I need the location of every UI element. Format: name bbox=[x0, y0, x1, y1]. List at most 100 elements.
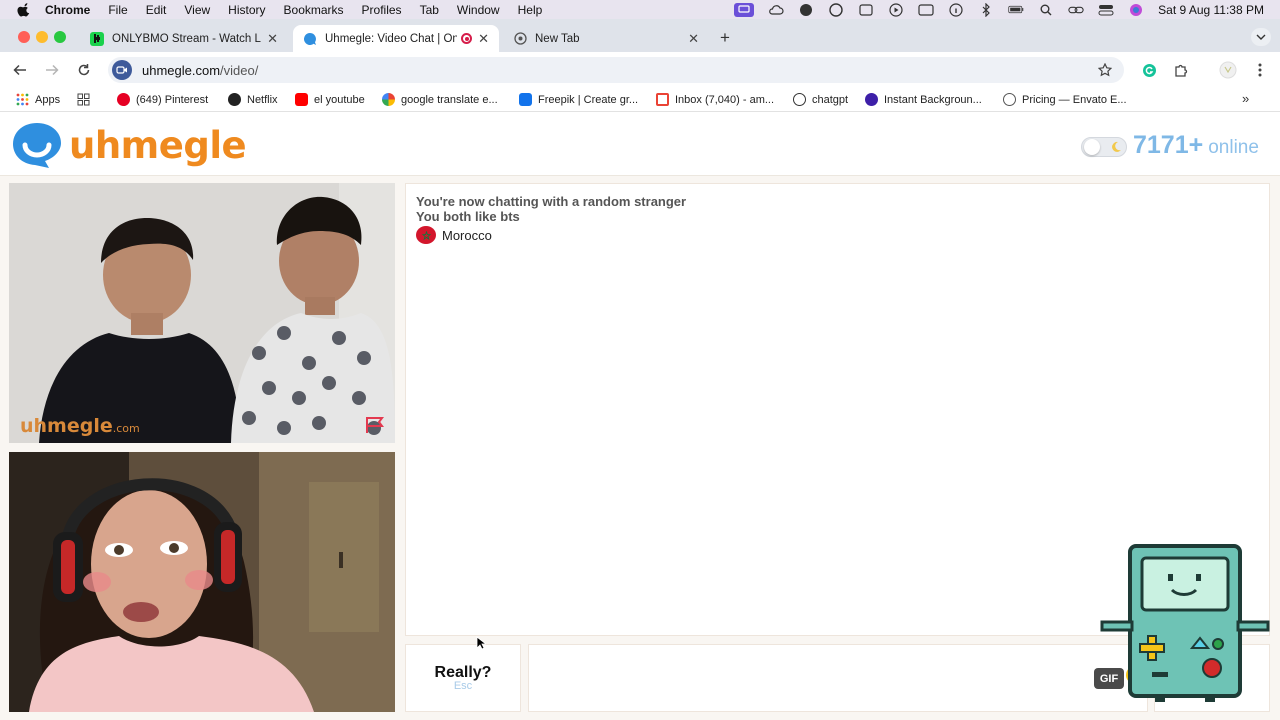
close-tab-icon[interactable]: ✕ bbox=[478, 31, 489, 47]
tab-new-tab[interactable]: New Tab ✕ bbox=[503, 25, 709, 52]
address-bar[interactable]: uhmegle.com/video/ bbox=[108, 57, 1124, 83]
battery-icon[interactable] bbox=[1008, 4, 1024, 16]
tab-onlybmo-stream[interactable]: ONLYBMO Stream - Watch Li ✕ bbox=[80, 25, 288, 52]
menu-help[interactable]: Help bbox=[518, 3, 543, 17]
kick-icon bbox=[90, 31, 104, 46]
browser-menu-icon[interactable] bbox=[1250, 60, 1270, 80]
menu-edit[interactable]: Edit bbox=[146, 3, 167, 17]
site-header: uhmegle 7171+ online bbox=[0, 112, 1280, 176]
grammarly-extension-icon[interactable] bbox=[1139, 60, 1159, 80]
bookmark-freepik[interactable]: Freepik | Create gr... bbox=[519, 93, 638, 106]
menu-bookmarks[interactable]: Bookmarks bbox=[284, 3, 344, 17]
grammarly-icon[interactable] bbox=[798, 3, 814, 16]
freepik-icon bbox=[519, 93, 532, 106]
recording-icon bbox=[461, 33, 473, 44]
tab-title: New Tab bbox=[535, 32, 580, 45]
apple-icon[interactable] bbox=[17, 2, 31, 17]
search-icon[interactable] bbox=[1038, 4, 1054, 16]
menu-window[interactable]: Window bbox=[457, 3, 500, 17]
site-info-icon[interactable] bbox=[112, 60, 132, 80]
uhmegle-icon bbox=[303, 32, 317, 46]
tab-uhmegle[interactable]: Uhmegle: Video Chat | On ✕ bbox=[293, 25, 499, 52]
report-flag-icon[interactable] bbox=[364, 415, 386, 435]
theme-toggle[interactable] bbox=[1081, 137, 1127, 157]
stranger-video[interactable]: uhmegle.com bbox=[9, 183, 395, 443]
browser-tab-strip: ONLYBMO Stream - Watch Li ✕ Uhmegle: Vid… bbox=[0, 19, 1280, 52]
bookmark-label: Netflix bbox=[247, 93, 278, 106]
stop-button-shortcut: Esc bbox=[453, 680, 473, 692]
bookmark-label: Freepik | Create gr... bbox=[538, 93, 639, 106]
mouse-cursor-icon bbox=[476, 636, 486, 650]
siri-icon[interactable] bbox=[1128, 3, 1144, 16]
bookmark-pinterest[interactable]: (649) Pinterest bbox=[117, 93, 208, 106]
logo-wordmark: uhmegle bbox=[69, 123, 247, 167]
browser-toolbar: uhmegle.com/video/ bbox=[0, 52, 1280, 88]
country-name: Morocco bbox=[442, 227, 492, 243]
close-tab-icon[interactable]: ✕ bbox=[688, 31, 699, 47]
self-video-feed bbox=[9, 452, 395, 712]
stop-button[interactable]: Really? Esc bbox=[405, 644, 521, 712]
gmail-icon bbox=[656, 93, 669, 106]
maximize-window-button[interactable] bbox=[54, 31, 66, 43]
forward-arrow-icon[interactable] bbox=[42, 60, 62, 80]
online-label: online bbox=[1208, 137, 1259, 158]
new-tab-button[interactable]: + bbox=[720, 28, 730, 48]
stranger-video-feed bbox=[9, 183, 395, 443]
extensions-puzzle-icon[interactable] bbox=[1171, 60, 1191, 80]
menu-view[interactable]: View bbox=[184, 3, 210, 17]
chrome-icon bbox=[513, 32, 527, 46]
bluetooth-icon[interactable] bbox=[978, 2, 994, 17]
menu-profiles[interactable]: Profiles bbox=[362, 3, 402, 17]
info-icon[interactable] bbox=[948, 2, 964, 17]
bookmark-youtube[interactable]: el youtube bbox=[295, 93, 365, 106]
bookmark-google-translate[interactable]: google translate e... bbox=[382, 93, 498, 106]
bookmark-netflix[interactable]: Netflix bbox=[228, 93, 278, 106]
back-arrow-icon[interactable] bbox=[10, 60, 30, 80]
bookmark-envato[interactable]: Pricing — Envato E... bbox=[1003, 93, 1127, 106]
bookmark-label: google translate e... bbox=[401, 93, 498, 106]
pinterest-icon bbox=[117, 93, 130, 106]
bmo-character-overlay bbox=[1100, 544, 1270, 702]
menu-tab[interactable]: Tab bbox=[420, 3, 439, 17]
menu-app-name[interactable]: Chrome bbox=[45, 3, 90, 17]
control-center-icon[interactable] bbox=[1098, 4, 1114, 16]
bookmark-chatgpt[interactable]: chatgpt bbox=[793, 93, 848, 106]
play-icon[interactable] bbox=[888, 2, 904, 17]
url-host: uhmegle.com bbox=[142, 62, 221, 78]
video-watermark: uhmegle.com bbox=[20, 415, 140, 437]
menu-file[interactable]: File bbox=[108, 3, 127, 17]
bookmark-label: el youtube bbox=[314, 93, 365, 106]
tab-groups-icon[interactable] bbox=[77, 93, 90, 106]
globe-icon bbox=[1003, 93, 1016, 106]
chatgpt-icon bbox=[793, 93, 806, 106]
screen-share-icon[interactable] bbox=[734, 2, 755, 17]
menu-history[interactable]: History bbox=[228, 3, 265, 17]
url-path: /video/ bbox=[220, 62, 259, 78]
more-bookmarks-chevron-icon[interactable]: » bbox=[1242, 91, 1249, 106]
reload-icon[interactable] bbox=[74, 60, 94, 80]
bookmark-gmail[interactable]: Inbox (7,040) - am... bbox=[656, 93, 774, 106]
minimize-window-button[interactable] bbox=[36, 31, 48, 43]
tab-search-chevron-icon[interactable] bbox=[1251, 28, 1271, 46]
close-tab-icon[interactable]: ✕ bbox=[267, 31, 278, 47]
bookmarks-bar: Apps (649) Pinterest Netflix el youtube … bbox=[0, 88, 1280, 112]
bookmark-label: (649) Pinterest bbox=[136, 93, 209, 106]
currency-icon[interactable] bbox=[918, 3, 934, 16]
uhmegle-logo[interactable]: uhmegle bbox=[11, 121, 247, 169]
google-icon bbox=[382, 93, 395, 106]
cloud-sync-icon[interactable] bbox=[768, 4, 784, 16]
message-input[interactable] bbox=[528, 644, 1148, 712]
uhmegle-logo-icon bbox=[13, 123, 61, 168]
bookmark-instant-background[interactable]: Instant Backgroun... bbox=[865, 93, 982, 106]
bookmark-apps[interactable]: Apps bbox=[16, 93, 60, 106]
link-icon[interactable] bbox=[1068, 4, 1084, 16]
window-icon[interactable] bbox=[858, 3, 874, 16]
bookmark-star-icon[interactable] bbox=[1098, 63, 1112, 77]
profile-avatar[interactable] bbox=[1218, 60, 1238, 80]
system-message-connected: You're now chatting with a random strang… bbox=[416, 194, 687, 209]
apps-grid-icon bbox=[16, 93, 29, 106]
menu-clock[interactable]: Sat 9 Aug 11:38 PM bbox=[1158, 3, 1264, 17]
close-window-button[interactable] bbox=[18, 31, 30, 43]
watermark-text: uhmegle bbox=[20, 415, 113, 437]
extension-icon[interactable] bbox=[828, 2, 844, 17]
